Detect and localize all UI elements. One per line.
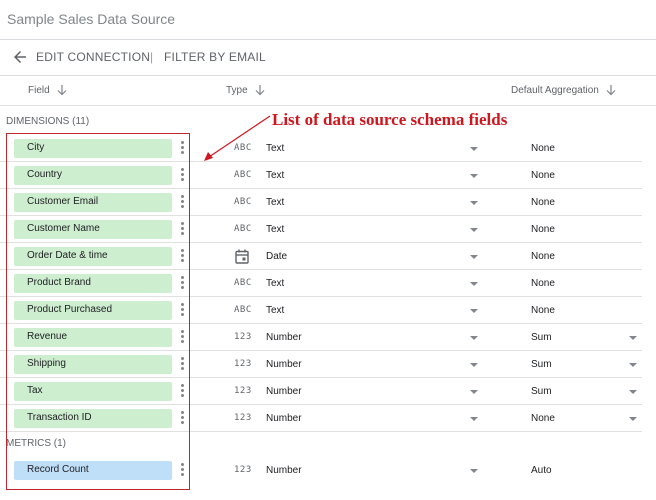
field-type-select[interactable]: Number bbox=[266, 413, 302, 424]
default-aggregation-value: None bbox=[531, 224, 555, 235]
field-type-select[interactable]: Text bbox=[266, 305, 284, 316]
field-type-select[interactable]: Text bbox=[266, 224, 284, 235]
data-source-title: Sample Sales Data Source bbox=[7, 11, 176, 27]
type-dropdown-caret-icon[interactable] bbox=[470, 201, 478, 205]
annotation-arrow-icon bbox=[204, 115, 271, 161]
default-aggregation-value: Auto bbox=[531, 465, 552, 476]
title-bar: Sample Sales Data Source bbox=[0, 0, 656, 40]
number-type-icon: 123 bbox=[234, 386, 252, 396]
default-aggregation-value[interactable]: Sum bbox=[531, 332, 552, 343]
type-dropdown-caret-icon[interactable] bbox=[470, 417, 478, 421]
default-aggregation-value[interactable]: Sum bbox=[531, 359, 552, 370]
sort-arrow-down-icon bbox=[606, 85, 616, 96]
field-type-select[interactable]: Text bbox=[266, 170, 284, 181]
default-aggregation-value: None bbox=[531, 278, 555, 289]
type-dropdown-caret-icon[interactable] bbox=[470, 174, 478, 178]
type-dropdown-caret-icon[interactable] bbox=[470, 147, 478, 151]
type-column-label: Type bbox=[226, 85, 248, 96]
type-dropdown-caret-icon[interactable] bbox=[470, 228, 478, 232]
aggregation-dropdown-caret-icon[interactable] bbox=[629, 390, 637, 394]
default-aggregation-value: None bbox=[531, 170, 555, 181]
aggregation-dropdown-caret-icon[interactable] bbox=[629, 363, 637, 367]
field-type-select[interactable]: Number bbox=[266, 359, 302, 370]
arrow-back-icon[interactable] bbox=[11, 48, 29, 66]
number-type-icon: 123 bbox=[234, 413, 252, 423]
sort-arrow-down-icon bbox=[57, 85, 67, 96]
calendar-icon bbox=[235, 249, 249, 264]
default-aggregation-value: None bbox=[531, 305, 555, 316]
type-dropdown-caret-icon[interactable] bbox=[470, 363, 478, 367]
aggregation-column-header[interactable]: Default Aggregation bbox=[511, 85, 616, 96]
field-column-label: Field bbox=[28, 85, 50, 96]
filter-by-email-button[interactable]: FILTER BY EMAIL bbox=[164, 50, 266, 64]
default-aggregation-value[interactable]: None bbox=[531, 413, 555, 424]
annotation-highlight-box bbox=[6, 133, 190, 490]
text-type-icon: ABC bbox=[234, 197, 252, 207]
text-type-icon: ABC bbox=[234, 224, 252, 234]
aggregation-dropdown-caret-icon[interactable] bbox=[629, 417, 637, 421]
toolbar: EDIT CONNECTION | FILTER BY EMAIL bbox=[0, 40, 656, 76]
type-dropdown-caret-icon[interactable] bbox=[470, 336, 478, 340]
type-column-header[interactable]: Type bbox=[226, 85, 265, 96]
type-dropdown-caret-icon[interactable] bbox=[470, 469, 478, 473]
aggregation-column-label: Default Aggregation bbox=[511, 85, 599, 96]
toolbar-separator: | bbox=[150, 50, 154, 64]
type-dropdown-caret-icon[interactable] bbox=[470, 282, 478, 286]
field-type-select[interactable]: Number bbox=[266, 386, 302, 397]
field-type-select[interactable]: Number bbox=[266, 465, 302, 476]
default-aggregation-value: None bbox=[531, 197, 555, 208]
default-aggregation-value: None bbox=[531, 251, 555, 262]
text-type-icon: ABC bbox=[234, 278, 252, 288]
number-type-icon: 123 bbox=[234, 465, 252, 475]
number-type-icon: 123 bbox=[234, 332, 252, 342]
text-type-icon: ABC bbox=[234, 305, 252, 315]
edit-connection-button[interactable]: EDIT CONNECTION bbox=[36, 50, 150, 64]
default-aggregation-value: None bbox=[531, 143, 555, 154]
header-divider bbox=[0, 105, 656, 106]
type-dropdown-caret-icon[interactable] bbox=[470, 309, 478, 313]
dimensions-section-label: DIMENSIONS (11) bbox=[6, 116, 90, 127]
sort-arrow-down-icon bbox=[255, 85, 265, 96]
type-dropdown-caret-icon[interactable] bbox=[470, 390, 478, 394]
field-type-select[interactable]: Text bbox=[266, 197, 284, 208]
annotation-label: List of data source schema fields bbox=[272, 110, 508, 129]
aggregation-dropdown-caret-icon[interactable] bbox=[629, 336, 637, 340]
number-type-icon: 123 bbox=[234, 359, 252, 369]
field-column-header[interactable]: Field bbox=[28, 85, 67, 96]
field-type-select[interactable]: Date bbox=[266, 251, 287, 262]
default-aggregation-value[interactable]: Sum bbox=[531, 386, 552, 397]
type-dropdown-caret-icon[interactable] bbox=[470, 255, 478, 259]
text-type-icon: ABC bbox=[234, 170, 252, 180]
field-type-select[interactable]: Text bbox=[266, 278, 284, 289]
field-type-select[interactable]: Number bbox=[266, 332, 302, 343]
